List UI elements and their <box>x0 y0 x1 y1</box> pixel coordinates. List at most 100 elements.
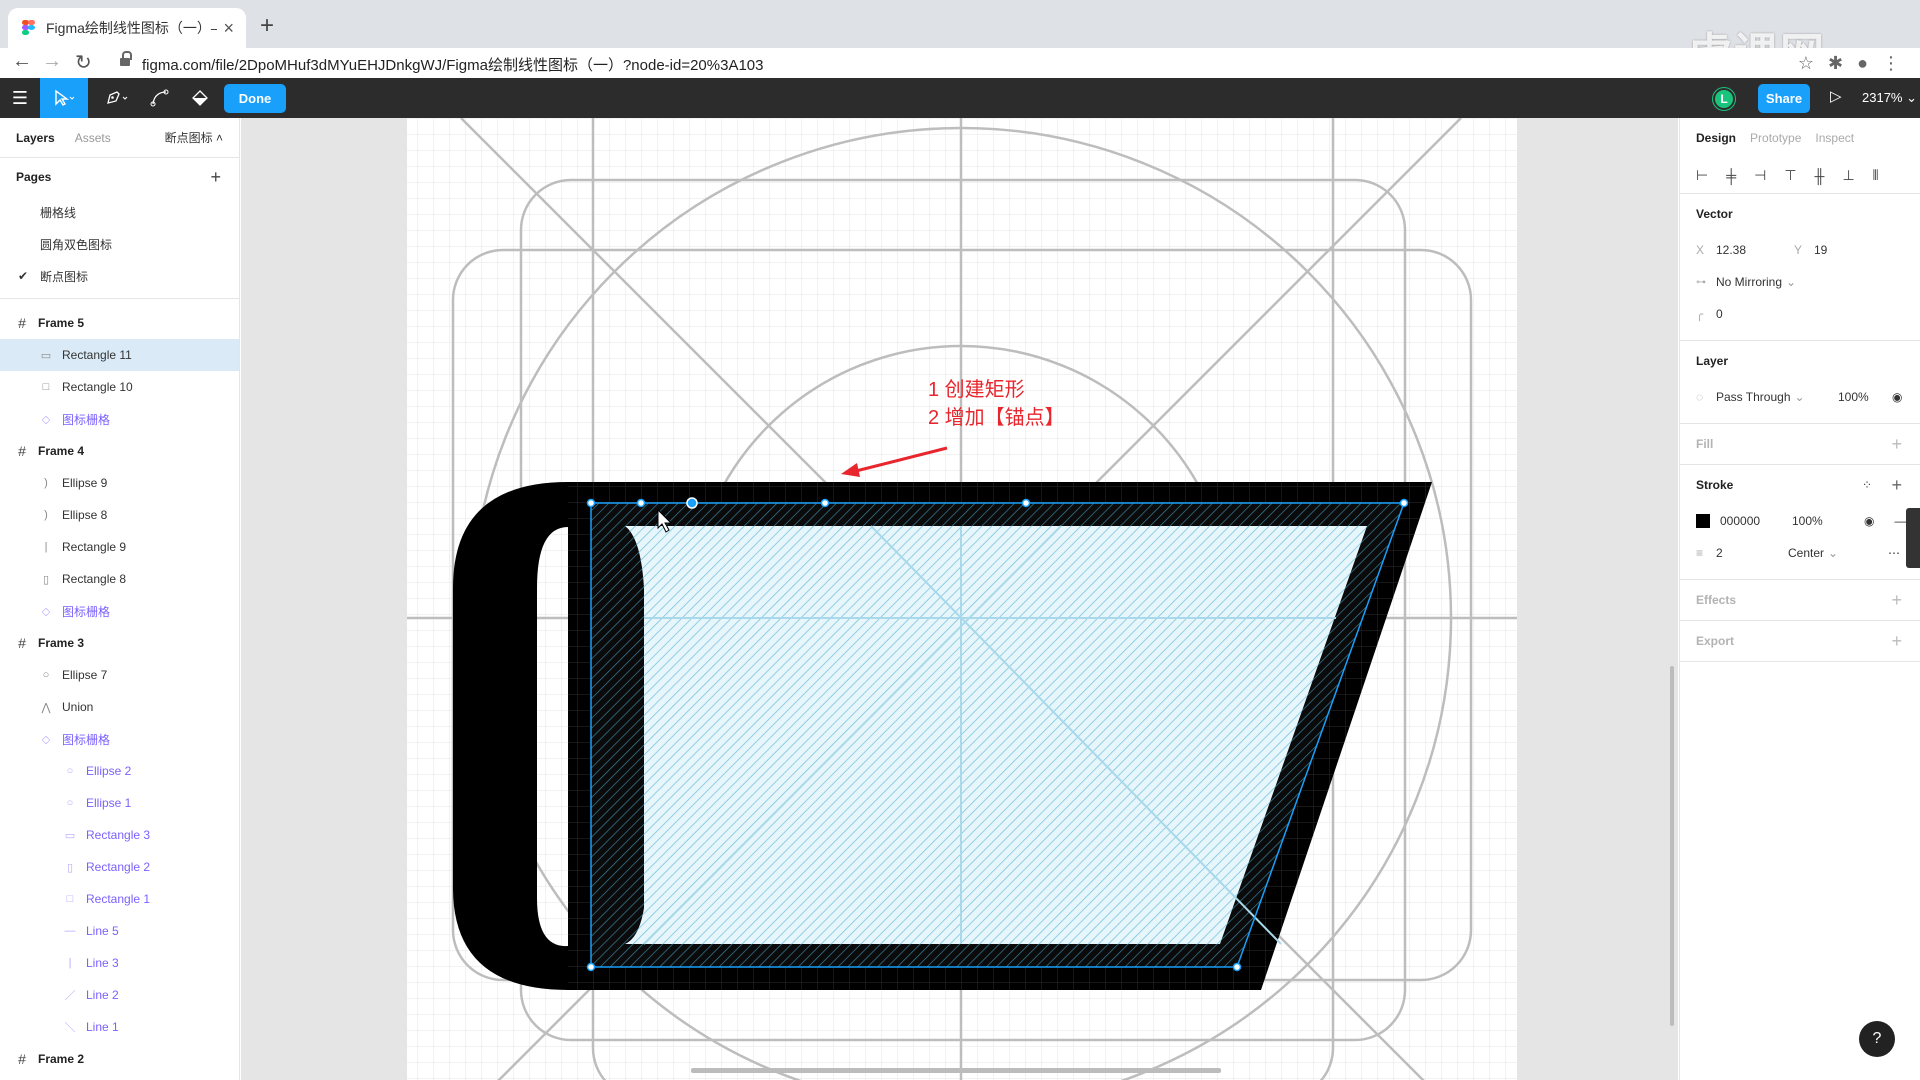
layer-row[interactable]: ▯ Rectangle 8 <box>0 563 239 595</box>
more-options-icon[interactable]: ⋯ <box>1888 546 1900 560</box>
layer-row[interactable]: ) Ellipse 9 <box>0 467 239 499</box>
done-button[interactable]: Done <box>224 84 286 113</box>
layer-row[interactable]: ◇ 图标栅格 <box>0 403 239 435</box>
layer-row[interactable]: ⋀ Union <box>0 691 239 723</box>
stroke-color-input[interactable]: 000000 <box>1720 514 1792 528</box>
remove-stroke-icon[interactable]: — <box>1894 514 1906 528</box>
union-icon: ⋀ <box>41 701 51 714</box>
layer-row[interactable]: — Line 5 <box>0 915 239 947</box>
style-grid-icon[interactable]: ⁘ <box>1862 478 1872 492</box>
design-canvas[interactable]: 1 创建矩形 2 增加【锚点】 <box>241 118 1678 1080</box>
corner-radius-row: ╭ 0 <box>1680 298 1920 330</box>
layer-row[interactable]: # Frame 3 <box>0 627 239 659</box>
corner-radius-input[interactable]: 0 <box>1716 307 1723 321</box>
tab-layers[interactable]: Layers <box>16 131 55 145</box>
stroke-weight-input[interactable]: 2 <box>1716 546 1788 560</box>
tab-inspect[interactable]: Inspect <box>1815 131 1854 145</box>
layer-row[interactable]: # Frame 2 <box>0 1043 239 1075</box>
back-arrow-icon[interactable]: ← <box>12 50 32 73</box>
page-item[interactable]: 圆角双色图标 <box>0 228 239 260</box>
help-button[interactable]: ? <box>1859 1021 1895 1057</box>
blend-mode-select[interactable]: Pass Through ⌄ <box>1716 390 1838 404</box>
forward-arrow-icon[interactable]: → <box>42 50 62 73</box>
tab-design[interactable]: Design <box>1696 131 1736 145</box>
add-export-icon[interactable]: + <box>1891 631 1902 652</box>
layer-row[interactable]: ＼ Line 1 <box>0 1011 239 1043</box>
layer-row[interactable]: ◇ 图标栅格 <box>0 595 239 627</box>
layer-row[interactable]: # Frame 5 <box>0 307 239 339</box>
profile-icon[interactable]: ● <box>1857 53 1868 74</box>
rectangle-icon: □ <box>42 381 50 393</box>
add-stroke-icon[interactable]: + <box>1891 475 1902 496</box>
align-left-icon[interactable]: ⊢ <box>1696 167 1708 184</box>
page-item-label: 栅格线 <box>40 205 77 220</box>
user-avatar[interactable]: L <box>1713 88 1735 110</box>
align-top-icon[interactable]: ⊤ <box>1784 167 1796 184</box>
canvas-horizontal-scrollbar[interactable] <box>691 1068 1221 1073</box>
current-page-selector[interactable]: 断点图标 ˄ <box>165 129 223 146</box>
stroke-color-swatch[interactable] <box>1696 514 1710 528</box>
stroke-align-select[interactable]: Center ⌄ <box>1788 546 1888 560</box>
layer-row[interactable]: | Rectangle 9 <box>0 531 239 563</box>
align-bottom-icon[interactable]: ⊥ <box>1842 167 1854 184</box>
browser-tab[interactable]: Figma绘制线性图标（一）– Fig × <box>8 8 246 48</box>
main-menu-icon[interactable]: ☰ <box>0 78 40 118</box>
layer-row[interactable]: ▭ Rectangle 3 <box>0 819 239 851</box>
layer-row[interactable]: ○ Ellipse 2 <box>0 755 239 787</box>
layer-row[interactable]: ○ Ellipse 7 <box>0 659 239 691</box>
align-center-h-icon[interactable]: ╪ <box>1726 168 1736 184</box>
star-icon[interactable]: ☆ <box>1798 53 1814 74</box>
y-input[interactable]: 19 <box>1814 243 1827 257</box>
frame-icon: # <box>18 315 26 331</box>
side-panel-toggle[interactable] <box>1906 508 1920 568</box>
layer-opacity-input[interactable]: 100% <box>1838 390 1892 404</box>
page-item-active[interactable]: ✔ 断点图标 <box>0 260 239 292</box>
layer-row-selected[interactable]: ▭ Rectangle 11 <box>0 339 239 371</box>
tab-prototype[interactable]: Prototype <box>1750 131 1801 145</box>
zoom-level[interactable]: 2317% ⌄ <box>1862 90 1917 106</box>
add-page-icon[interactable]: + <box>210 167 221 188</box>
paint-bucket-icon[interactable] <box>180 78 220 118</box>
bend-tool-icon[interactable] <box>140 78 180 118</box>
extensions-icon[interactable]: ✱ <box>1828 53 1843 74</box>
layer-row[interactable]: # Frame 4 <box>0 435 239 467</box>
x-input[interactable]: 12.38 <box>1716 243 1794 257</box>
distribute-icon[interactable]: ⫴ <box>1873 167 1879 184</box>
right-panel-tabs: Design Prototype Inspect <box>1680 118 1920 158</box>
layer-row[interactable]: | Line 3 <box>0 947 239 979</box>
visibility-eye-icon[interactable]: ◉ <box>1892 390 1902 404</box>
page-item[interactable]: 栅格线 <box>0 196 239 228</box>
tab-assets[interactable]: Assets <box>75 131 111 145</box>
y-label: Y <box>1794 243 1803 257</box>
layer-row[interactable]: ○ Ellipse 1 <box>0 787 239 819</box>
mirroring-select[interactable]: No Mirroring ⌄ <box>1716 275 1796 289</box>
new-tab-icon[interactable]: + <box>260 12 274 40</box>
pen-tool-icon[interactable] <box>92 78 140 118</box>
visibility-eye-icon[interactable]: ◉ <box>1864 514 1874 528</box>
layer-row[interactable]: □ Rectangle 1 <box>0 883 239 915</box>
url-field[interactable]: figma.com/file/2DpoMHuf3dMYuEHJDnkgWJ/Fi… <box>142 54 763 75</box>
layer-row[interactable]: ／ Line 2 <box>0 979 239 1011</box>
close-tab-icon[interactable]: × <box>223 18 234 39</box>
page-item-label: 圆角双色图标 <box>40 237 113 252</box>
right-panel: Design Prototype Inspect ⊢ ╪ ⊣ ⊤ ╫ ⊥ ⫴ V… <box>1679 118 1920 1080</box>
align-center-v-icon[interactable]: ╫ <box>1815 168 1825 184</box>
add-fill-icon[interactable]: + <box>1891 434 1902 455</box>
present-play-icon[interactable]: ▷ <box>1830 87 1842 105</box>
add-effect-icon[interactable]: + <box>1891 590 1902 611</box>
share-button[interactable]: Share <box>1758 84 1810 113</box>
layer-label: Ellipse 9 <box>62 476 108 490</box>
menu-dots-icon[interactable]: ⋮ <box>1882 53 1900 74</box>
stroke-opacity-input[interactable]: 100% <box>1792 514 1864 528</box>
align-right-icon[interactable]: ⊣ <box>1754 167 1766 184</box>
fill-title: Fill <box>1696 437 1714 451</box>
layer-row[interactable]: □ Rectangle 10 <box>0 371 239 403</box>
stroke-weight-icon: ≡ <box>1696 546 1704 560</box>
layer-row[interactable]: ) Ellipse 8 <box>0 499 239 531</box>
canvas-vertical-scrollbar[interactable] <box>1670 666 1674 1026</box>
layer-row[interactable]: ◇ 图标栅格 <box>0 723 239 755</box>
layer-row[interactable]: ▯ Rectangle 2 <box>0 851 239 883</box>
x-label: X <box>1696 243 1705 257</box>
move-tool-icon[interactable] <box>40 78 88 118</box>
reload-icon[interactable]: ↻ <box>75 50 92 75</box>
